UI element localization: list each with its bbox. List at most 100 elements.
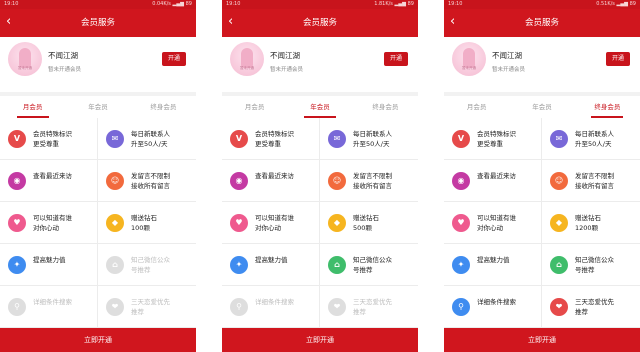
- avatar: 暂未开通: [452, 42, 486, 76]
- tab-year[interactable]: 年会员: [509, 96, 574, 118]
- feature-label-line1: 知己微信公众: [131, 256, 170, 264]
- status-bar: 19:10 1.81K/s ▂▄▆ 89: [222, 0, 418, 9]
- tab-month[interactable]: 月会员: [444, 96, 509, 118]
- feature-cell: ❤ 三天恋爱优先 推荐: [542, 286, 640, 328]
- feature-label: 三天恋爱优先 推荐: [575, 297, 638, 317]
- feature-label-line2: 推荐: [575, 308, 588, 316]
- feature-cell: ◆ 赠送钻石 1200颗: [542, 202, 640, 244]
- feature-cell: ⌂ 知己微信公众 号推荐: [542, 244, 640, 286]
- heart-icon: ♥: [8, 214, 26, 232]
- wechat-icon: ⌂: [106, 256, 124, 274]
- activate-now-button[interactable]: 立即开通: [444, 328, 640, 352]
- profile-card: 暂未开通 不闻江湖 暂未开通会员 开通: [222, 37, 418, 92]
- open-membership-button[interactable]: 开通: [384, 52, 408, 66]
- feature-cell: ◉ 查看最近来访: [0, 160, 98, 202]
- feature-cell: V 会员特殊标识 更受尊重: [222, 118, 320, 160]
- feature-cell: ✦ 提高魅力值: [444, 244, 542, 286]
- feature-label-line1: 每日新联系人: [353, 130, 392, 138]
- feature-label: 知己微信公众 号推荐: [575, 255, 638, 275]
- feature-label-line2: 推荐: [353, 308, 366, 316]
- feature-label-line2: 号推荐: [353, 266, 373, 274]
- feature-label-line1: 详细条件搜索: [477, 298, 516, 306]
- feature-label: 知己微信公众 号推荐: [353, 255, 416, 275]
- tab-month[interactable]: 月会员: [0, 96, 65, 118]
- search-icon: ⚲: [452, 298, 470, 316]
- tab-lifetime[interactable]: 终身会员: [353, 96, 418, 118]
- open-membership-button[interactable]: 开通: [606, 52, 630, 66]
- tab-lifetime[interactable]: 终身会员: [575, 96, 640, 118]
- feature-cell: ✉ 每日新联系人 升至50人/天: [542, 118, 640, 160]
- feature-label: 可以知道有谁 对你心动: [477, 213, 539, 233]
- feature-label-line2: 升至50人/天: [353, 140, 390, 148]
- feature-label-line1: 提高魅力值: [33, 256, 66, 264]
- feature-label-line2: 升至50人/天: [575, 140, 612, 148]
- feature-cell: ⌂ 知己微信公众 号推荐: [320, 244, 418, 286]
- avatar-caption: 暂未开通: [240, 66, 254, 70]
- status-network: 0.51K/s ▂▄▆ 89: [596, 1, 636, 7]
- back-arrow-icon[interactable]: ‹: [450, 9, 455, 35]
- membership-status: 暂未开通会员: [492, 67, 526, 73]
- feature-label-line1: 每日新联系人: [575, 130, 614, 138]
- status-time: 19:10: [448, 1, 463, 7]
- feature-label-line1: 可以知道有谁: [477, 214, 516, 222]
- feature-label-line2: 更受尊重: [33, 140, 59, 148]
- phone-screen: 19:10 0.51K/s ▂▄▆ 89 ‹ 会员服务 暂未开通 不闻江湖 暂未…: [444, 0, 640, 352]
- charm-icon: ✦: [452, 256, 470, 274]
- feature-cell: ☺ 发留言不限制 接收所有留言: [542, 160, 640, 202]
- tab-year[interactable]: 年会员: [65, 96, 130, 118]
- feature-cell: ◉ 查看最近来访: [222, 160, 320, 202]
- title-bar: ‹ 会员服务: [222, 9, 418, 37]
- status-network: 1.81K/s ▂▄▆ 89: [374, 1, 414, 7]
- feature-label-line1: 会员特殊标识: [477, 130, 516, 138]
- feature-label-line1: 知己微信公众: [353, 256, 392, 264]
- feature-cell: ♥ 可以知道有谁 对你心动: [444, 202, 542, 244]
- title-bar: ‹ 会员服务: [444, 9, 640, 37]
- feature-cell: ♥ 可以知道有谁 对你心动: [222, 202, 320, 244]
- tab-year[interactable]: 年会员: [287, 96, 352, 118]
- phone-screen: 19:10 0.04K/s ▂▄▆ 89 ‹ 会员服务 暂未开通 不闻江湖 暂未…: [0, 0, 196, 352]
- feature-label: 每日新联系人 升至50人/天: [353, 129, 416, 149]
- feature-cell: ☺ 发留言不限制 接收所有留言: [98, 160, 196, 202]
- feature-label-line2: 推荐: [131, 308, 144, 316]
- feature-cell: ✦ 提高魅力值: [222, 244, 320, 286]
- wechat-icon: ⌂: [550, 256, 568, 274]
- back-arrow-icon[interactable]: ‹: [228, 9, 233, 35]
- activate-now-button[interactable]: 立即开通: [222, 328, 418, 352]
- profile-card: 暂未开通 不闻江湖 暂未开通会员 开通: [444, 37, 640, 92]
- feature-grid: V 会员特殊标识 更受尊重 ✉ 每日新联系人 升至50人/天 ◉ 查看最近来访: [0, 118, 196, 328]
- open-membership-button[interactable]: 开通: [162, 52, 186, 66]
- membership-status: 暂未开通会员: [48, 67, 82, 73]
- feature-label-line1: 赠送钻石: [575, 214, 601, 222]
- tab-month[interactable]: 月会员: [222, 96, 287, 118]
- user-nickname: 不闻江湖: [48, 51, 78, 60]
- feature-label-line1: 三天恋爱优先: [575, 298, 614, 306]
- feature-label: 详细条件搜索: [477, 297, 539, 307]
- feature-cell: ✉ 每日新联系人 升至50人/天: [320, 118, 418, 160]
- feature-label: 提高魅力值: [33, 255, 95, 265]
- search-icon: ⚲: [8, 298, 26, 316]
- profile-card: 暂未开通 不闻江湖 暂未开通会员 开通: [0, 37, 196, 92]
- feature-label: 可以知道有谁 对你心动: [33, 213, 95, 233]
- charm-icon: ✦: [230, 256, 248, 274]
- wechat-icon: ⌂: [328, 256, 346, 274]
- feature-label-line1: 发留言不限制: [575, 172, 614, 180]
- love-icon: ❤: [328, 298, 346, 316]
- feature-label-line1: 知己微信公众: [575, 256, 614, 264]
- eye-icon: ◉: [452, 172, 470, 190]
- title-bar: ‹ 会员服务: [0, 9, 196, 37]
- eye-icon: ◉: [8, 172, 26, 190]
- back-arrow-icon[interactable]: ‹: [6, 9, 11, 35]
- vip-v-icon: V: [230, 130, 248, 148]
- feature-label-line1: 三天恋爱优先: [131, 298, 170, 306]
- feature-label: 赠送钻石 100颗: [131, 213, 194, 233]
- membership-tabs: 月会员 年会员 终身会员: [0, 92, 196, 118]
- feature-label-line2: 500颗: [353, 224, 372, 232]
- feature-label: 发留言不限制 接收所有留言: [131, 171, 194, 191]
- feature-label: 三天恋爱优先 推荐: [131, 297, 194, 317]
- activate-now-button[interactable]: 立即开通: [0, 328, 196, 352]
- feature-label-line1: 查看最近来访: [255, 172, 294, 180]
- tab-lifetime[interactable]: 终身会员: [131, 96, 196, 118]
- phone-screen: 19:10 1.81K/s ▂▄▆ 89 ‹ 会员服务 暂未开通 不闻江湖 暂未…: [222, 0, 418, 352]
- diamond-icon: ◆: [106, 214, 124, 232]
- feature-label-line1: 赠送钻石: [353, 214, 379, 222]
